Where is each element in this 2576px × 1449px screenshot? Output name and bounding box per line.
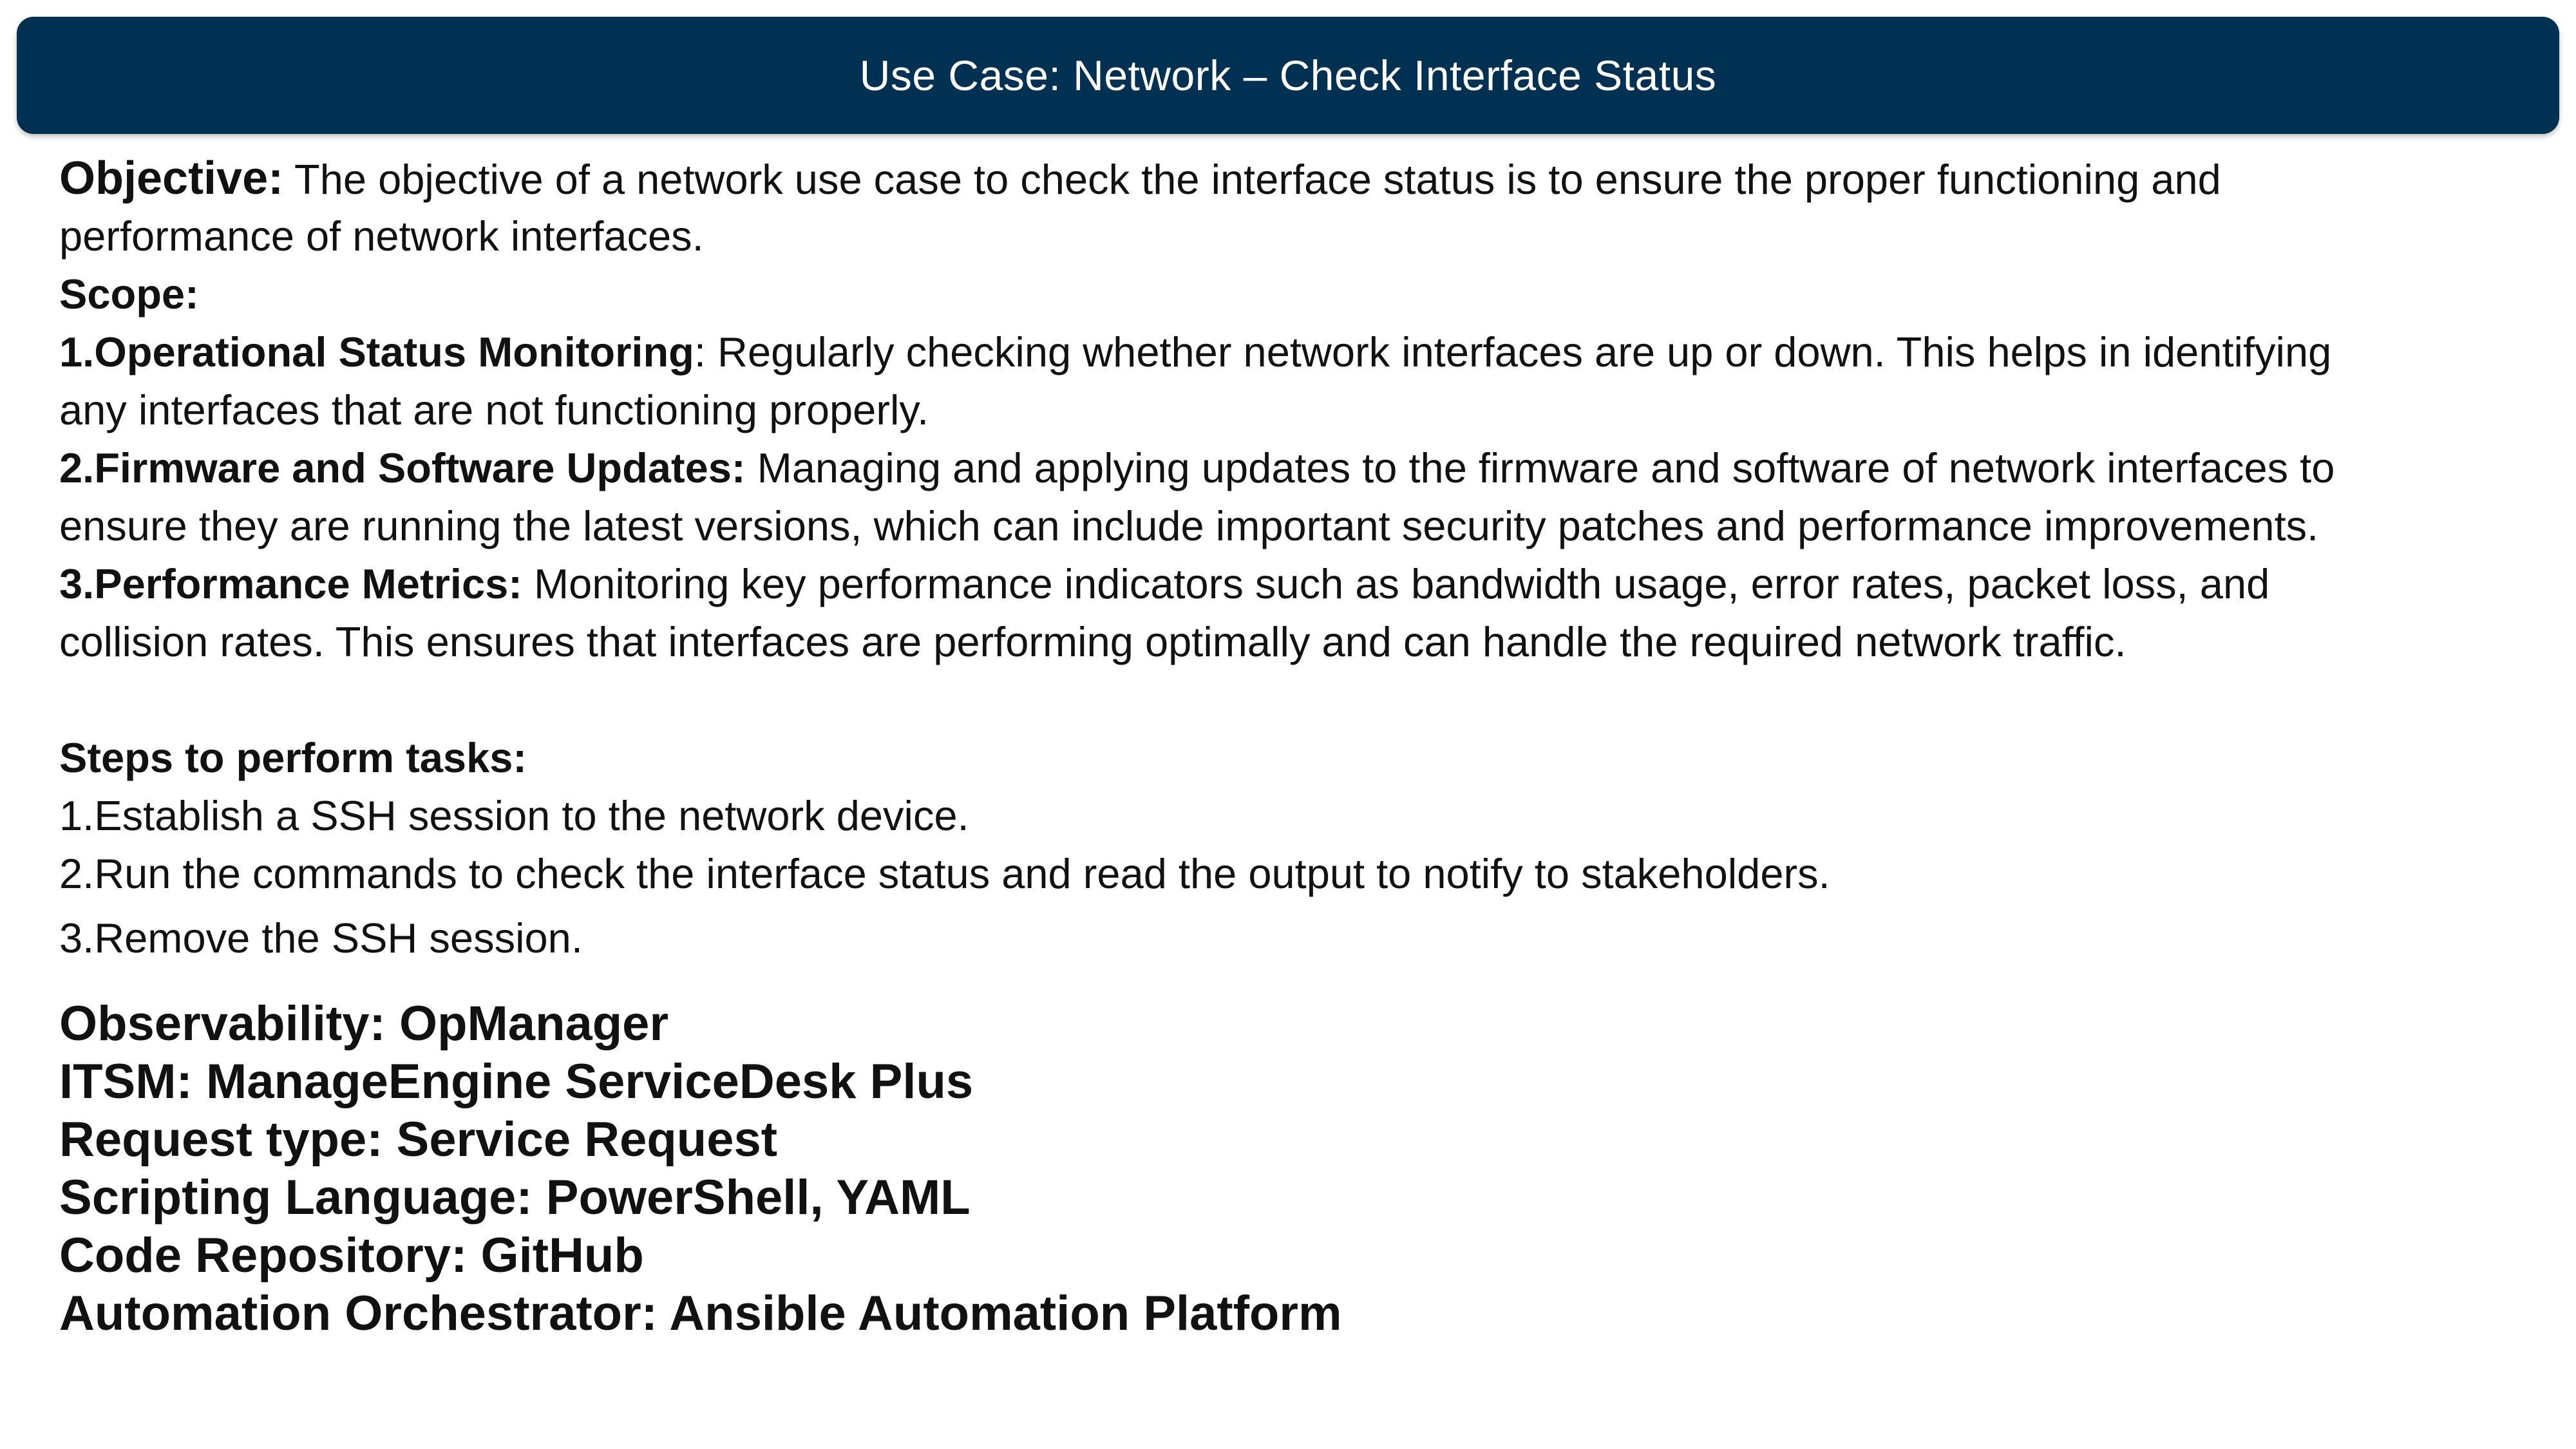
meta-request-type: Request type: Service Request bbox=[59, 1112, 778, 1167]
scope-label: Scope: bbox=[59, 270, 199, 317]
content-body: Objective: The objective of a network us… bbox=[59, 149, 2519, 967]
scope-item-1-text-1: : Regularly checking whether network int… bbox=[694, 328, 2332, 375]
meta-block: Observability: OpManager ITSM: ManageEng… bbox=[59, 995, 2519, 1343]
scope-item-2-line-2: ensure they are running the latest versi… bbox=[59, 502, 2319, 549]
scope-item-2-text-1: Managing and applying updates to the fir… bbox=[745, 444, 2335, 491]
meta-observability: Observability: OpManager bbox=[59, 996, 669, 1051]
scope-item-3-line-1: 3.Performance Metrics: Monitoring key pe… bbox=[59, 555, 2519, 613]
objective-label: Objective: bbox=[59, 153, 284, 204]
meta-itsm: ITSM: ManageEngine ServiceDesk Plus bbox=[59, 1054, 974, 1109]
page-title: Use Case: Network – Check Interface Stat… bbox=[859, 52, 1717, 99]
meta-scripting-language: Scripting Language: PowerShell, YAML bbox=[59, 1170, 971, 1225]
scope-item-1-line-2: any interfaces that are not functioning … bbox=[59, 386, 929, 433]
scope-item-3-line-2: collision rates. This ensures that inter… bbox=[59, 618, 2126, 665]
scope-item-2-line-1: 2.Firmware and Software Updates: Managin… bbox=[59, 439, 2519, 497]
scope-item-2-title: 2.Firmware and Software Updates: bbox=[59, 444, 746, 491]
step-item-2: 2.Run the commands to check the interfac… bbox=[59, 850, 1830, 897]
scope-item-1-line-1: 1.Operational Status Monitoring: Regular… bbox=[59, 323, 2519, 381]
meta-automation-orchestrator: Automation Orchestrator: Ansible Automat… bbox=[59, 1286, 1342, 1341]
scope-item-3-text-1: Monitoring key performance indicators su… bbox=[522, 560, 2270, 607]
objective-line-1: Objective: The objective of a network us… bbox=[59, 149, 2519, 207]
scope-item-1-title: 1.Operational Status Monitoring bbox=[59, 328, 694, 375]
scope-item-3-title: 3.Performance Metrics: bbox=[59, 560, 522, 607]
objective-text-1: The objective of a network use case to c… bbox=[283, 156, 2221, 203]
step-item-1: 1.Establish a SSH session to the network… bbox=[59, 792, 969, 839]
objective-line-2: performance of network interfaces. bbox=[59, 213, 704, 260]
header-bar: Use Case: Network – Check Interface Stat… bbox=[17, 17, 2559, 134]
meta-code-repository: Code Repository: GitHub bbox=[59, 1228, 644, 1283]
step-item-3: 3.Remove the SSH session. bbox=[59, 914, 583, 961]
steps-label: Steps to perform tasks: bbox=[59, 734, 527, 781]
